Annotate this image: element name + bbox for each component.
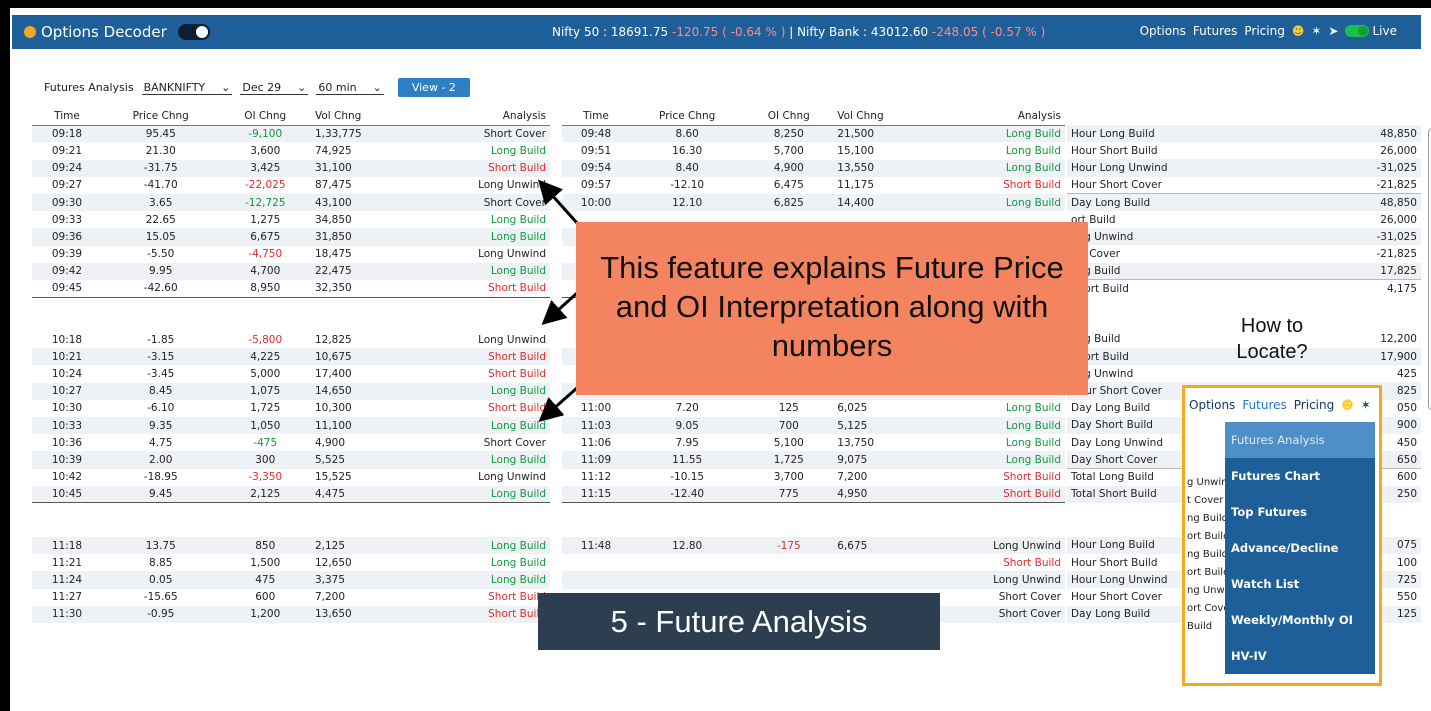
background-label: ng Unwi (1187, 585, 1225, 596)
how-to-locate-label: How to Locate? (1236, 315, 1308, 363)
menu-item-watch-list[interactable]: Watch List (1225, 566, 1375, 602)
background-label: ort Cove (1187, 603, 1225, 614)
menu-item-top-futures[interactable]: Top Futures (1225, 494, 1375, 530)
background-label: Build (1187, 621, 1213, 632)
background-label: ort Build (1187, 567, 1225, 578)
futures-dropdown-menu: Futures Analysis Futures Chart Top Futures… (1225, 422, 1375, 674)
user-icon[interactable]: ☻ (1341, 398, 1354, 412)
menu-nav-options[interactable]: Options (1189, 398, 1235, 412)
menu-spacer (1185, 422, 1225, 474)
menu-item-weekly-monthly-oi[interactable]: Weekly/Monthly OI (1225, 602, 1375, 638)
section-banner: 5 - Future Analysis (538, 593, 940, 650)
feature-callout: This feature explains Future Price and O… (576, 222, 1088, 395)
menu-item-futures-analysis[interactable]: Futures Analysis (1225, 422, 1375, 458)
background-label: ng Build (1187, 549, 1225, 560)
menu-item-advance-decline[interactable]: Advance/Decline (1225, 530, 1375, 566)
background-label: ng Build (1187, 513, 1225, 524)
background-label: g Unwin (1187, 477, 1225, 488)
bug-icon[interactable]: ✶ (1361, 398, 1371, 412)
menu-nav-futures[interactable]: Futures (1242, 398, 1286, 412)
background-label: t Cover (1187, 495, 1224, 506)
menu-item-hv-iv[interactable]: HV-IV (1225, 638, 1375, 674)
menu-background-text: g Unwin t Cover ng Build ort Build ng Build o… (1185, 422, 1225, 683)
background-label: ort Build (1187, 531, 1225, 542)
menu-item-futures-chart[interactable]: Futures Chart (1225, 458, 1375, 494)
menu-highlight-box: Options Futures Pricing ☻ ✶ g Unwin t Cov… (1182, 385, 1382, 686)
menu-nav-pricing[interactable]: Pricing (1294, 398, 1334, 412)
menu-top-nav: Options Futures Pricing ☻ ✶ (1185, 388, 1379, 422)
page: Options Decoder Nifty 50 : 18691.75 -120… (10, 8, 1431, 711)
